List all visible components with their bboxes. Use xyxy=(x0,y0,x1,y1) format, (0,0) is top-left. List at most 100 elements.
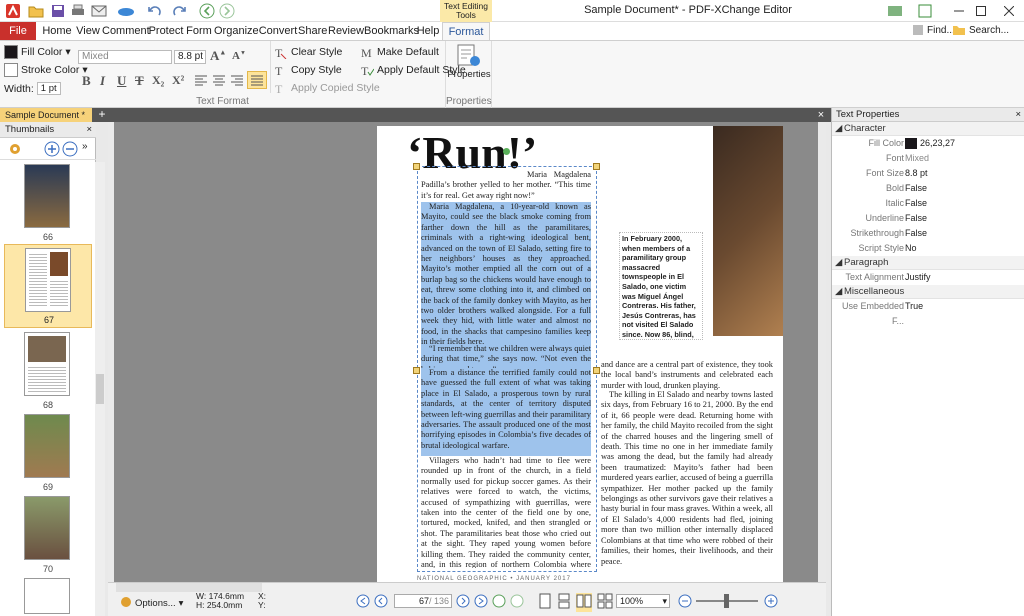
prop-font-size[interactable]: Font Size 8.8 pt xyxy=(832,166,1024,181)
underline-button[interactable]: U xyxy=(117,73,126,89)
tab-comment[interactable]: Comment xyxy=(102,22,150,40)
tab-home[interactable]: Home xyxy=(40,22,74,40)
properties-button[interactable]: Properties xyxy=(447,43,491,80)
align-left-icon[interactable] xyxy=(194,74,208,89)
undo-icon[interactable] xyxy=(144,2,164,20)
document-tab[interactable]: Sample Document * × xyxy=(0,108,92,134)
tab-review[interactable]: Review xyxy=(328,22,364,40)
body-paragraph[interactable]: The killing in El Salado and nearby town… xyxy=(601,390,773,568)
align-justify-icon[interactable] xyxy=(247,71,267,89)
apply-copied-style-button[interactable]: T Apply Copied Style xyxy=(274,81,380,95)
scrollbar-thumb[interactable] xyxy=(96,374,104,404)
app-logo-icon[interactable] xyxy=(4,2,22,20)
fill-color-button[interactable]: Fill Color ▾ xyxy=(4,45,71,59)
fullscreen-icon[interactable] xyxy=(916,2,934,20)
prop-text-alignment[interactable]: Text Alignment Justify xyxy=(832,270,1024,285)
clear-style-button[interactable]: T Clear Style xyxy=(274,45,342,59)
tab-convert[interactable]: Convert xyxy=(258,22,298,40)
page-thumbnail[interactable] xyxy=(24,414,70,478)
pane-close-icon[interactable]: × xyxy=(86,122,92,138)
tab-file[interactable]: File xyxy=(0,22,36,40)
resize-handle[interactable] xyxy=(413,367,420,374)
settings-icon[interactable] xyxy=(884,2,906,20)
close-icon[interactable] xyxy=(994,2,1024,20)
zoom-out-icon[interactable] xyxy=(62,141,78,160)
font-combo[interactable]: Mixed xyxy=(78,50,172,64)
bold-button[interactable]: B xyxy=(82,73,91,89)
page-number-input[interactable]: 67/ 136 xyxy=(394,594,452,608)
font-size-combo[interactable]: 8.8 pt xyxy=(174,50,206,64)
tab-organize[interactable]: Organize xyxy=(214,22,259,40)
prop-font[interactable]: Font Mixed xyxy=(832,151,1024,166)
strikethrough-button[interactable]: T xyxy=(135,73,144,89)
selected-paragraph[interactable]: From a distance the terrified family cou… xyxy=(421,368,591,456)
forward-view-icon[interactable] xyxy=(510,594,524,611)
prop-script-style[interactable]: Script Style No xyxy=(832,241,1024,256)
print-icon[interactable] xyxy=(70,2,86,20)
first-page-icon[interactable] xyxy=(356,594,370,611)
selected-thumbnail[interactable]: 67 xyxy=(4,244,92,328)
resize-handle[interactable] xyxy=(593,163,600,170)
save-icon[interactable] xyxy=(50,2,66,20)
document-canvas[interactable]: ‘Run!’ Maria Magdalena Padilla’s brother… xyxy=(108,122,826,582)
cloud-icon[interactable] xyxy=(114,2,138,20)
maximize-icon[interactable] xyxy=(966,2,996,20)
stroke-color-button[interactable]: Stroke Color ▾ xyxy=(4,63,88,77)
zoom-in-icon[interactable] xyxy=(764,594,778,611)
category-character[interactable]: ◢ Character xyxy=(832,122,1024,136)
italic-button[interactable]: I xyxy=(100,73,105,89)
grow-font-icon[interactable]: A▲ xyxy=(210,48,226,64)
photo-caption[interactable]: In February 2000, when members of a para… xyxy=(619,232,703,340)
back-icon[interactable] xyxy=(198,2,216,20)
subscript-button[interactable]: X₂ xyxy=(152,73,164,88)
tab-protect[interactable]: Protect xyxy=(148,22,184,40)
expand-icon[interactable]: » xyxy=(82,141,88,152)
zoom-out-icon[interactable] xyxy=(678,594,692,611)
superscript-button[interactable]: X² xyxy=(172,73,184,88)
search-button[interactable]: Search... xyxy=(952,24,1009,36)
redo-icon[interactable] xyxy=(170,2,190,20)
page-thumbnail[interactable] xyxy=(24,332,70,396)
page-thumbnail[interactable] xyxy=(24,496,70,560)
right-splitter[interactable] xyxy=(818,122,826,582)
tab-share[interactable]: Share xyxy=(298,22,327,40)
page-thumbnail[interactable] xyxy=(24,578,70,614)
make-default-button[interactable]: M Make Default xyxy=(360,45,439,59)
tab-format[interactable]: Format xyxy=(442,22,490,40)
next-page-icon[interactable] xyxy=(456,594,470,611)
left-splitter[interactable] xyxy=(108,122,114,582)
category-paragraph[interactable]: ◢ Paragraph xyxy=(832,256,1024,270)
body-paragraph[interactable]: and dance are a central part of existenc… xyxy=(601,360,773,392)
prop-italic[interactable]: Italic False xyxy=(832,196,1024,211)
prop-fill-color[interactable]: Fill Color 26,23,27 xyxy=(832,136,1024,151)
prop-use-embedded-font[interactable]: Use Embedded F... True xyxy=(832,299,1024,326)
email-icon[interactable] xyxy=(88,2,110,20)
last-page-icon[interactable] xyxy=(474,594,488,611)
previous-page-icon[interactable] xyxy=(374,594,388,611)
zoom-combo[interactable]: 100% ▾ xyxy=(616,594,670,608)
single-page-icon[interactable] xyxy=(538,593,552,612)
resize-handle[interactable] xyxy=(593,367,600,374)
resize-handle[interactable] xyxy=(413,163,420,170)
body-paragraph[interactable]: Villagers who hadn’t had time to flee we… xyxy=(421,456,591,568)
shrink-font-icon[interactable]: A▼ xyxy=(232,50,246,62)
prop-strikethrough[interactable]: Strikethrough False xyxy=(832,226,1024,241)
selected-paragraph[interactable]: “I remember that we children were always… xyxy=(421,344,591,368)
width-input[interactable]: 1 pt xyxy=(36,82,61,95)
body-paragraph[interactable]: Maria Magdalena Padilla’s brother yelled… xyxy=(421,170,591,200)
continuous-facing-icon[interactable] xyxy=(597,593,613,612)
facing-page-icon[interactable] xyxy=(576,593,592,612)
category-miscellaneous[interactable]: ◢ Miscellaneous xyxy=(832,285,1024,299)
back-view-icon[interactable] xyxy=(492,594,506,611)
copy-style-button[interactable]: T Copy Style xyxy=(274,63,342,77)
align-center-icon[interactable] xyxy=(212,74,226,89)
pane-close-icon[interactable]: × xyxy=(1015,108,1021,122)
find-button[interactable]: Find... xyxy=(912,24,955,36)
thumbnails-scrollbar[interactable] xyxy=(95,162,105,616)
zoom-slider-thumb[interactable] xyxy=(724,594,729,608)
close-doc-icon[interactable]: × xyxy=(814,108,828,122)
options-button[interactable]: Options... ▾ xyxy=(120,596,183,611)
page-thumbnail[interactable] xyxy=(24,164,70,228)
continuous-page-icon[interactable] xyxy=(557,593,571,612)
open-folder-icon[interactable] xyxy=(26,2,46,20)
